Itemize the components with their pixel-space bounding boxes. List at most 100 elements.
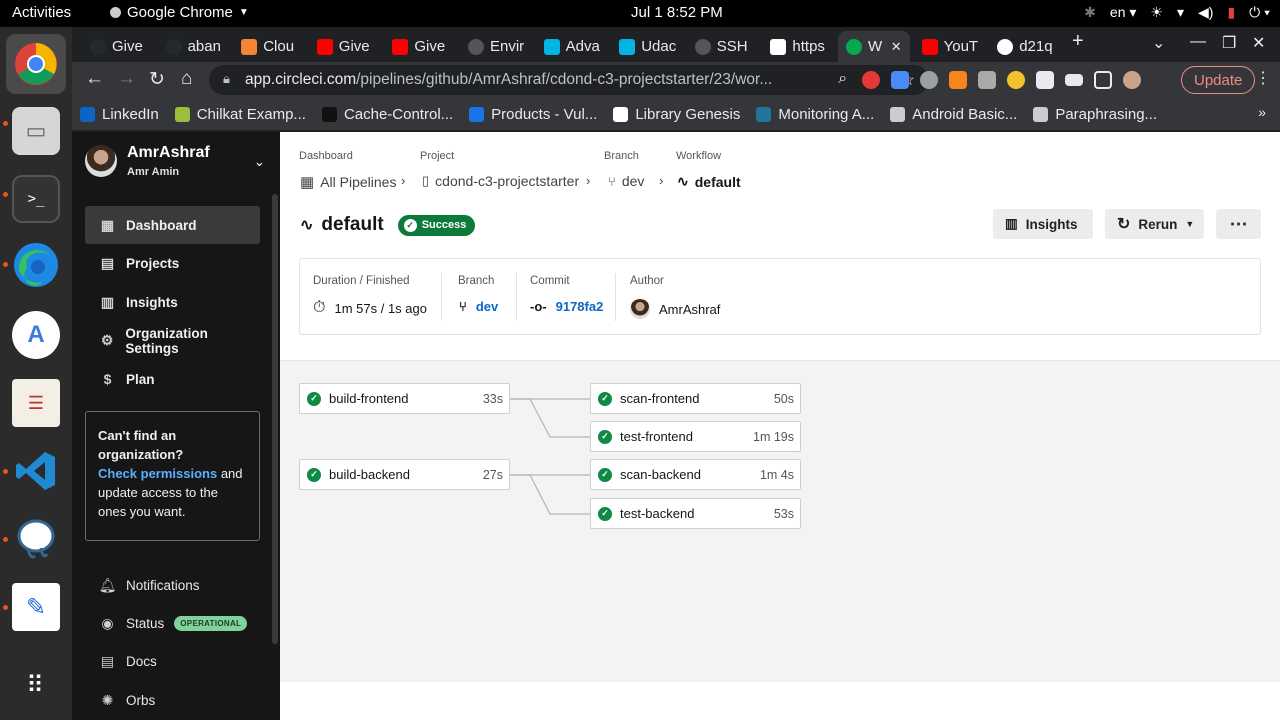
- bookmark-favicon-icon: [756, 106, 772, 122]
- extension-icon[interactable]: [1007, 71, 1025, 89]
- app-menu[interactable]: Google Chrome ▼: [110, 4, 249, 21]
- job-scan-backend[interactable]: ✓ scan-backend 1m 4s: [590, 459, 801, 490]
- address-bar[interactable]: 🔒︎ app.circleci.com/pipelines/github/Amr…: [209, 65, 929, 95]
- bookmark-item[interactable]: Chilkat Examp...: [167, 106, 314, 123]
- more-bookmarks-icon[interactable]: »: [1258, 104, 1266, 120]
- breadcrumb-workflow[interactable]: ∿ default: [677, 173, 741, 190]
- adblock-icon[interactable]: [862, 71, 880, 89]
- sidebar-item-notifications[interactable]: 🔔︎ Notifications: [85, 572, 200, 598]
- dock-pgadmin[interactable]: [12, 515, 60, 563]
- dock-vscode[interactable]: [12, 447, 60, 495]
- github-icon: [90, 38, 106, 55]
- sidebar-item-status[interactable]: ◉ Status OPERATIONAL: [85, 610, 248, 636]
- sidebar-item-organization-settings[interactable]: ⚙ Organization Settings: [85, 322, 260, 360]
- puzzle-icon[interactable]: [1036, 71, 1054, 89]
- chevron-down-icon[interactable]: ⌄: [254, 154, 265, 170]
- bookmark-item[interactable]: Monitoring A...: [748, 106, 882, 123]
- job-build-frontend[interactable]: ✓ build-frontend 33s: [299, 383, 510, 414]
- dock-android-studio[interactable]: A: [12, 311, 60, 359]
- system-tray[interactable]: ✱ en ▾ ☀ ▾ ◀) ▮ ⏻ ▾: [1084, 4, 1270, 21]
- dock-edge[interactable]: [12, 241, 60, 289]
- browser-tab[interactable]: aban: [158, 31, 230, 62]
- bookmark-item[interactable]: Products - Vul...: [461, 106, 605, 123]
- divider: [516, 273, 517, 321]
- browser-menu-icon[interactable]: ⋮: [1255, 68, 1271, 88]
- back-button[interactable]: ←: [85, 68, 104, 90]
- minimize-icon[interactable]: —: [1190, 33, 1206, 51]
- browser-tab[interactable]: Clou: [233, 31, 305, 62]
- side-panel-icon[interactable]: [1094, 71, 1112, 89]
- status-label: Success: [421, 219, 467, 231]
- browser-tab[interactable]: Udac: [611, 31, 683, 62]
- bookmark-item[interactable]: Cache-Control...: [314, 106, 461, 123]
- language-indicator[interactable]: en ▾: [1110, 4, 1137, 21]
- browser-tab[interactable]: Give: [384, 31, 456, 62]
- reading-list-icon[interactable]: [1065, 74, 1083, 86]
- power-menu-icon[interactable]: ⏻ ▾: [1249, 4, 1270, 21]
- sidebar-item-projects[interactable]: ▤ Projects: [85, 245, 260, 283]
- browser-tab[interactable]: SSH: [687, 31, 759, 62]
- browser-tab[interactable]: https: [762, 31, 834, 62]
- clock[interactable]: Jul 1 8:52 PM: [631, 4, 723, 21]
- sidebar-item-orbs[interactable]: ✺ Orbs: [85, 687, 156, 713]
- job-scan-frontend[interactable]: ✓ scan-frontend 50s: [590, 383, 801, 414]
- sidebar-item-dashboard[interactable]: ▦ Dashboard: [85, 206, 260, 244]
- browser-tab[interactable]: Envir: [460, 31, 532, 62]
- search-icon[interactable]: ⌕: [838, 70, 847, 90]
- job-test-frontend[interactable]: ✓ test-frontend 1m 19s: [590, 421, 801, 452]
- bookmark-item[interactable]: Library Genesis: [605, 106, 748, 123]
- bookmark-item[interactable]: LinkedIn: [72, 106, 167, 123]
- show-applications-button[interactable]: ⠿: [12, 661, 60, 709]
- sidebar-item-insights[interactable]: ▥ Insights: [85, 283, 260, 321]
- insights-button[interactable]: ▥ Insights: [993, 209, 1093, 239]
- sidebar-scrollbar[interactable]: [272, 194, 278, 644]
- browser-tab[interactable]: d21q: [989, 31, 1061, 62]
- extension-icon[interactable]: [978, 71, 996, 89]
- circleci-icon: [468, 38, 484, 55]
- bluetooth-icon[interactable]: ✱: [1084, 4, 1096, 21]
- browser-tab[interactable]: YouT: [914, 31, 986, 62]
- update-button[interactable]: Update: [1181, 66, 1256, 94]
- reload-button[interactable]: ↻: [149, 68, 165, 91]
- dock-chrome[interactable]: [6, 34, 66, 94]
- repo-icon: ▯: [422, 173, 430, 188]
- check-permissions-link[interactable]: Check permissions: [98, 466, 217, 481]
- dock-document-viewer[interactable]: ☰: [12, 379, 60, 427]
- close-window-icon[interactable]: ✕: [1252, 33, 1265, 53]
- sidebar-item-plan[interactable]: $ Plan: [85, 360, 260, 398]
- job-build-backend[interactable]: ✓ build-backend 27s: [299, 459, 510, 490]
- breadcrumb-project[interactable]: ▯ cdond-c3-projectstarter: [422, 173, 579, 189]
- branch-link[interactable]: ⑂ dev: [459, 299, 498, 314]
- more-actions-button[interactable]: ⋯: [1216, 209, 1261, 239]
- browser-tab[interactable]: Adva: [536, 31, 608, 62]
- job-test-backend[interactable]: ✓ test-backend 53s: [590, 498, 801, 529]
- status-badge: ✓ Success: [397, 214, 476, 236]
- home-button[interactable]: ⌂: [181, 68, 192, 90]
- close-tab-icon[interactable]: ✕: [891, 39, 902, 55]
- browser-tab[interactable]: W ✕: [838, 31, 910, 62]
- tab-search-icon[interactable]: ⌄: [1152, 33, 1165, 53]
- breadcrumb-branch[interactable]: ⑂ dev: [608, 173, 644, 189]
- activities-button[interactable]: Activities: [12, 4, 71, 21]
- maximize-icon[interactable]: ❐: [1222, 33, 1236, 53]
- org-switcher[interactable]: AmrAshraf Amr Amin: [85, 144, 210, 178]
- commit-link[interactable]: -o- 9178fa2: [530, 299, 603, 314]
- translate-icon[interactable]: [891, 71, 909, 89]
- bookmark-item[interactable]: Android Basic...: [882, 106, 1025, 123]
- sidebar-item-docs[interactable]: ▤ Docs: [85, 648, 157, 674]
- dock-files[interactable]: ▭: [12, 107, 60, 155]
- edge-icon: [14, 243, 58, 287]
- breadcrumb-all-pipelines[interactable]: ▦ All Pipelines: [300, 173, 396, 191]
- new-tab-button[interactable]: +: [1072, 30, 1084, 53]
- browser-tab[interactable]: Give: [309, 31, 381, 62]
- forward-button[interactable]: →: [117, 68, 136, 90]
- profile-avatar-icon[interactable]: [1123, 71, 1141, 89]
- metamask-icon[interactable]: [949, 71, 967, 89]
- extension-icon[interactable]: [920, 71, 938, 89]
- rerun-button[interactable]: ↻ Rerun ▼: [1105, 209, 1204, 239]
- bookmark-item[interactable]: Paraphrasing...: [1025, 106, 1165, 123]
- dock-text-editor[interactable]: ✎: [12, 583, 60, 631]
- dock-terminal[interactable]: >_: [12, 175, 60, 223]
- browser-tab[interactable]: Give: [82, 31, 154, 62]
- branch-icon: ⑂: [459, 299, 467, 314]
